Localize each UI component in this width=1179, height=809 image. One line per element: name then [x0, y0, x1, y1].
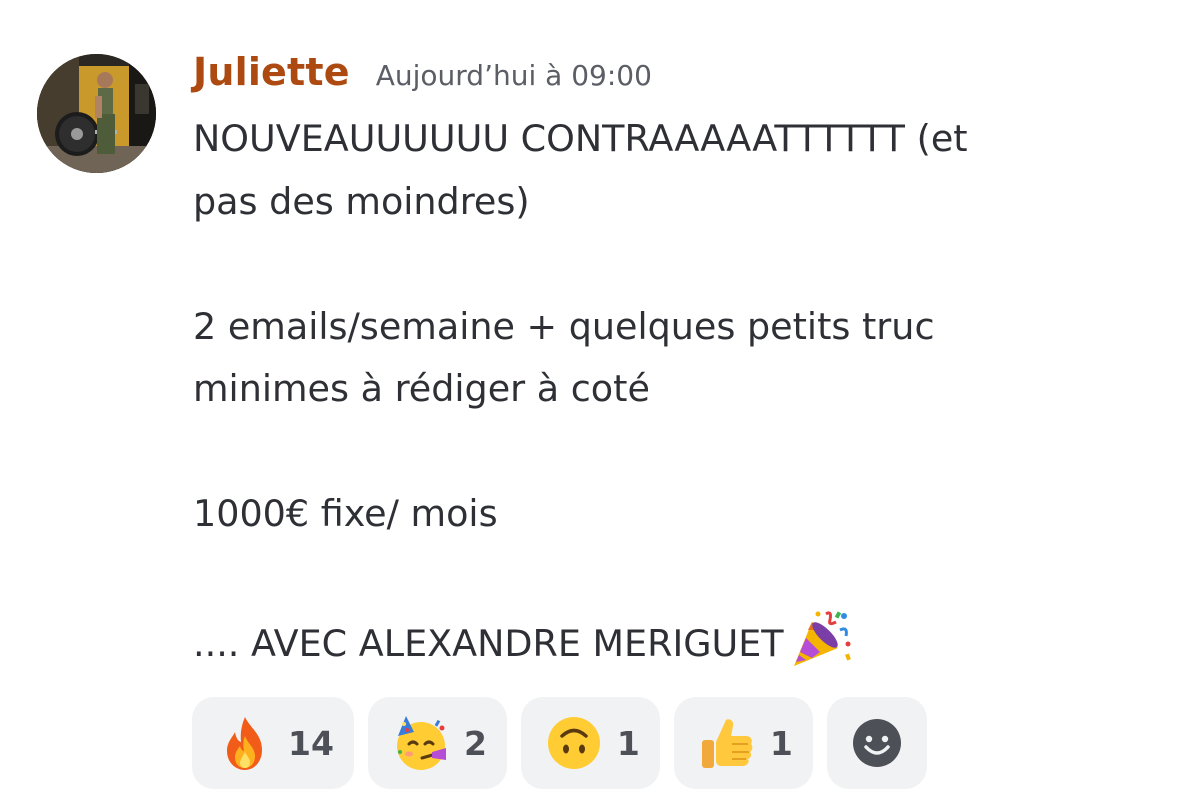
- add-reaction-button[interactable]: [826, 697, 927, 789]
- reaction-count: 2: [463, 723, 487, 763]
- partying-face-icon: [396, 716, 446, 770]
- message-line: NOUVEAUUUUUU CONTRAAAAATTTTTT (et: [193, 117, 968, 160]
- reaction-count: 1: [769, 723, 793, 763]
- message-header: Juliette Aujourd’hui à 09:00: [193, 50, 652, 94]
- party-popper-icon: [793, 611, 851, 666]
- message-line: minimes à rédiger à coté: [193, 367, 650, 410]
- message-line: pas des moindres): [193, 179, 530, 223]
- reaction-fire[interactable]: 14: [192, 697, 354, 789]
- message-content: NOUVEAUUUUUU CONTRAAAAATTTTTT (et pas de…: [193, 108, 1153, 676]
- chat-message: Juliette Aujourd’hui à 09:00 NOUVEAUUUUU…: [0, 0, 1179, 809]
- reactions-bar: 14 2 1 1: [192, 697, 927, 789]
- timestamp: Aujourd’hui à 09:00: [375, 59, 652, 92]
- smiley-add-icon: [852, 719, 901, 767]
- reaction-upside-down-face[interactable]: 1: [520, 697, 660, 789]
- thumbs-up-icon: [701, 719, 753, 768]
- reaction-count: 14: [288, 723, 334, 763]
- reaction-thumbs-up[interactable]: 1: [673, 697, 813, 789]
- message-line: 1000€ fixe/ mois: [193, 492, 498, 535]
- avatar-photo: [37, 54, 156, 173]
- author-name[interactable]: Juliette: [193, 50, 350, 94]
- avatar[interactable]: [37, 54, 156, 173]
- fire-icon: [227, 717, 262, 770]
- message-line: .... AVEC ALEXANDRE MERIGUET: [193, 622, 784, 665]
- message-line: 2 emails/semaine + quelques petits truc: [193, 304, 935, 348]
- message-line-last: .... AVEC ALEXANDRE MERIGUET: [193, 608, 1153, 676]
- reaction-partying-face[interactable]: 2: [367, 697, 507, 789]
- reaction-count: 1: [616, 723, 640, 763]
- upside-down-face-icon: [547, 717, 600, 769]
